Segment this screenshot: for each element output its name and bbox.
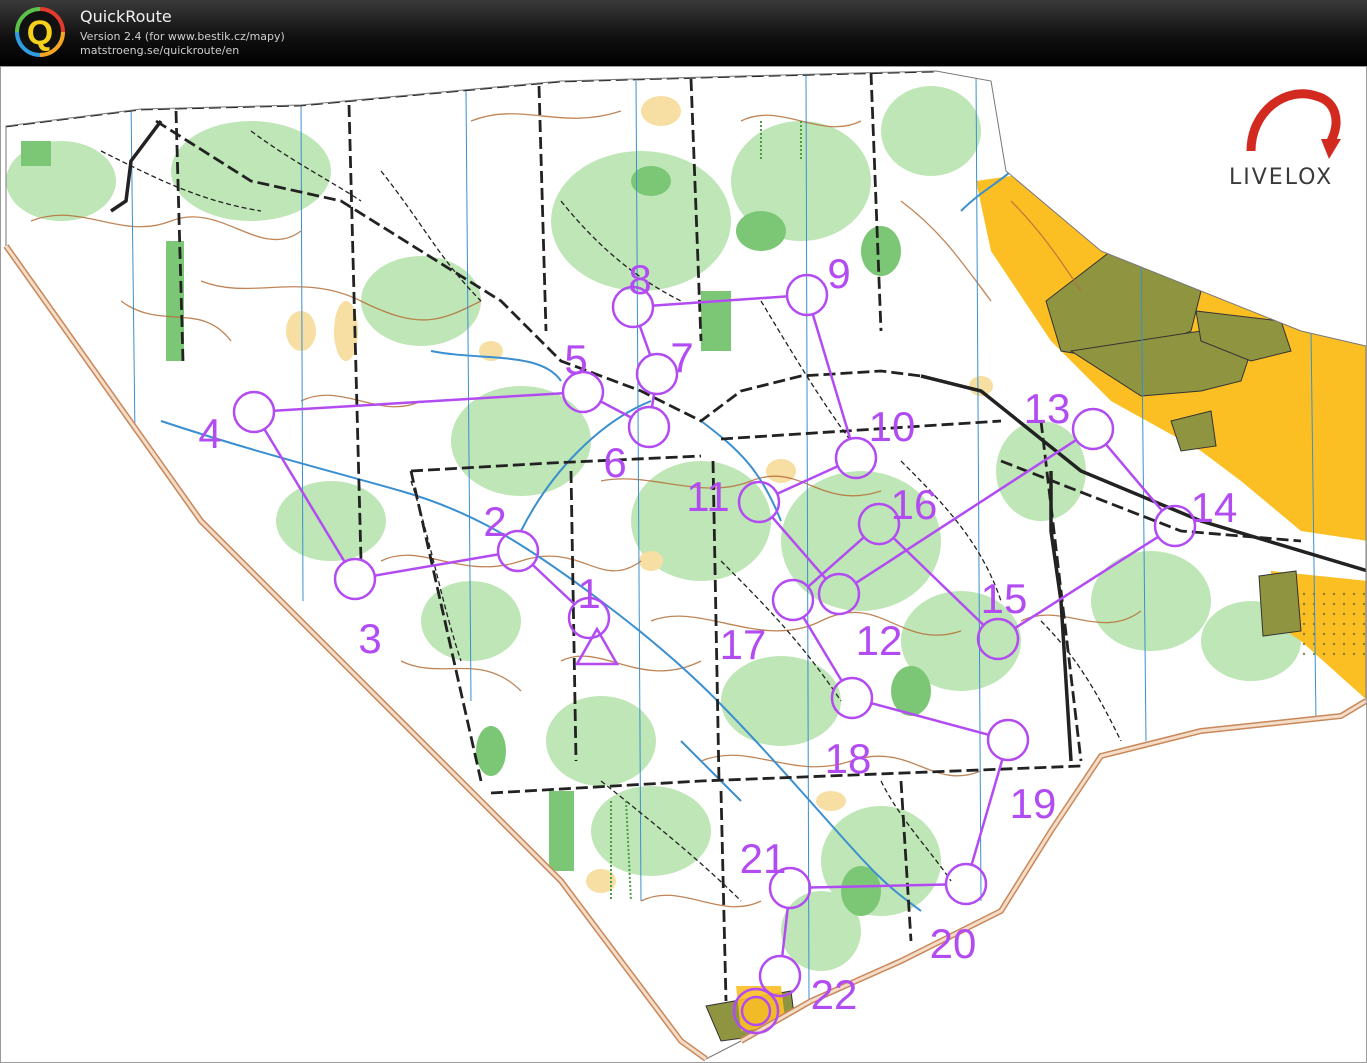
control-number-label: 1 xyxy=(577,570,600,617)
orienteering-map[interactable]: LIVELOX 12345678 910111213141516171819202… xyxy=(1,67,1366,1062)
livelox-logo: LIVELOX xyxy=(1229,89,1341,190)
map-viewport[interactable]: LIVELOX 1 2 3 4 5 6 7 8 9 10 11 12 13 14 15 16 17 18 19 20 2… xyxy=(0,66,1367,1063)
control-number-label: 5 xyxy=(564,336,587,383)
control-number-label: 2 xyxy=(483,498,506,545)
control-number-label: 17 xyxy=(720,621,767,668)
control-number-label: 9 xyxy=(827,250,850,297)
control-number-label: 10 xyxy=(869,403,916,450)
control-number-label: 12 xyxy=(856,617,903,664)
app-name: QuickRoute xyxy=(80,7,172,26)
title-bar: Q QuickRoute Version 2.4 (for www.bestik… xyxy=(0,0,1367,66)
control-number-label: 11 xyxy=(686,473,730,520)
livelox-text: LIVELOX xyxy=(1229,165,1333,190)
control-number-label: 16 xyxy=(891,481,938,528)
control-number-label: 7 xyxy=(670,334,693,381)
map-terrain xyxy=(6,71,1366,1059)
control-number-label: 8 xyxy=(628,256,651,303)
control-number-label: 13 xyxy=(1024,385,1071,432)
livelox-arrow-icon xyxy=(1321,139,1341,159)
control-number-label: 20 xyxy=(930,920,977,967)
control-number-label: 6 xyxy=(603,439,626,486)
control-number-label: 4 xyxy=(198,410,221,457)
quickroute-logo-icon: Q xyxy=(15,7,65,57)
control-number-label: 21 xyxy=(740,835,787,882)
control-number-label: 14 xyxy=(1191,484,1238,531)
control-number-label: 22 xyxy=(811,971,858,1018)
app-url: matstroeng.se/quickroute/en xyxy=(80,44,240,57)
control-number-label: 3 xyxy=(358,615,381,662)
control-number-label: 18 xyxy=(825,735,872,782)
logo-letter: Q xyxy=(27,14,53,52)
dotted-area xyxy=(1301,591,1366,661)
app-version: Version 2.4 (for www.bestik.cz/mapy) xyxy=(80,30,285,43)
control-number-label: 15 xyxy=(981,575,1028,622)
control-number-label: 19 xyxy=(1010,780,1057,827)
